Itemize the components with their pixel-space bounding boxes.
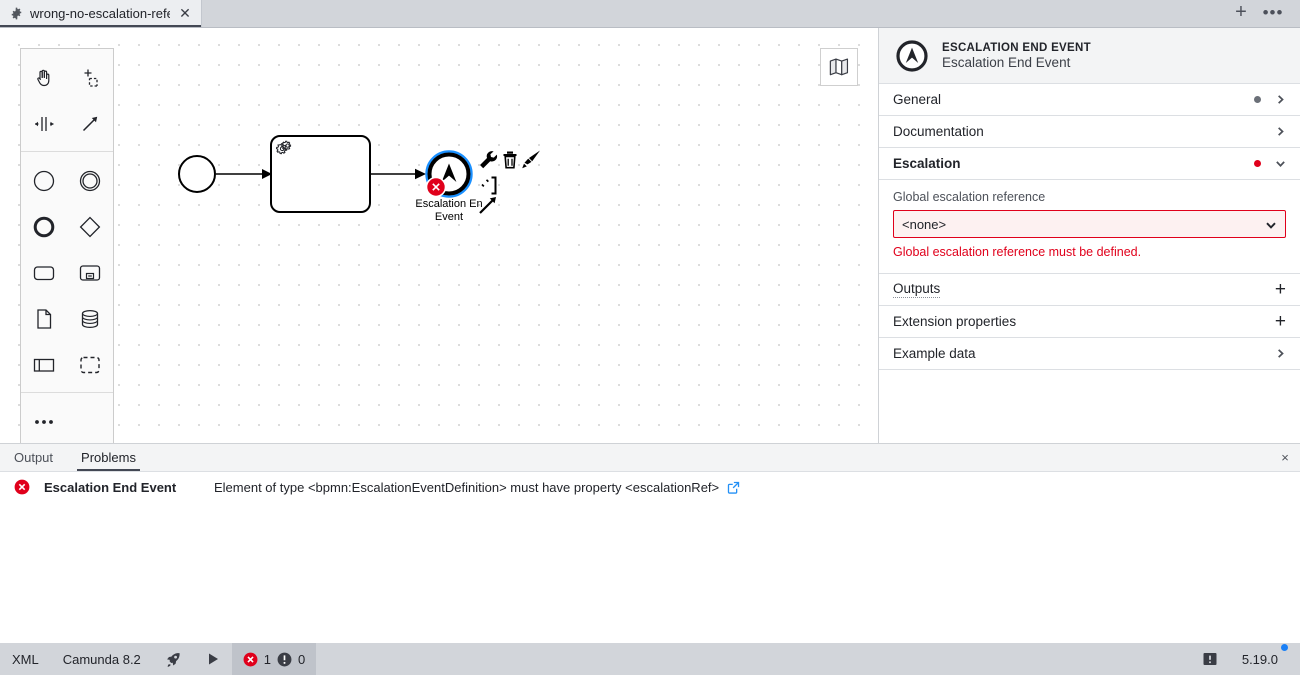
status-bar-right: 5.19.0 (1190, 643, 1300, 675)
chevron-right-icon[interactable] (1275, 126, 1286, 137)
context-pad-replace[interactable] (480, 151, 498, 169)
status-run-button[interactable] (194, 643, 232, 675)
group-example-data-right (1275, 348, 1286, 359)
new-diagram-button[interactable]: + (1228, 1, 1254, 23)
gear-icon (11, 7, 22, 19)
warning-count: 0 (298, 651, 306, 667)
properties-group-escalation[interactable]: Escalation (879, 148, 1300, 180)
status-xml-button[interactable]: XML (0, 643, 51, 675)
tab-bar: wrong-no-escalation-refer ✕ + ••• (0, 0, 1300, 28)
chevron-right-icon[interactable] (1275, 348, 1286, 359)
properties-group-example-data[interactable]: Example data (879, 338, 1300, 370)
group-label-example-data: Example data (893, 346, 976, 361)
status-engine-version[interactable]: Camunda 8.2 (51, 643, 153, 675)
group-label-general: General (893, 92, 942, 107)
rocket-icon (166, 652, 180, 667)
problem-row[interactable]: Escalation End Event Element of type <bp… (0, 472, 1300, 502)
context-pad-set-color[interactable] (522, 150, 540, 169)
service-task-shape[interactable] (270, 135, 371, 213)
escalation-end-event-icon (896, 39, 928, 72)
bottom-panel: Output Problems × Escalation End Event E… (0, 443, 1300, 643)
properties-group-outputs[interactable]: Outputs + (879, 274, 1300, 306)
tab-problems[interactable]: Problems (67, 444, 150, 471)
add-extension-property-button[interactable]: + (1275, 312, 1286, 331)
chevron-right-icon[interactable] (1275, 94, 1286, 105)
close-icon[interactable]: × (1270, 444, 1300, 471)
problem-message: Element of type <bpmn:EscalationEventDef… (214, 479, 720, 495)
problem-element-name: Escalation End Event (44, 479, 177, 495)
editor-tab[interactable]: wrong-no-escalation-refer ✕ (0, 0, 202, 27)
group-extension-right: + (1275, 312, 1286, 331)
external-link-glyph (727, 481, 740, 494)
group-outputs-right: + (1275, 280, 1286, 299)
context-pad-connect[interactable] (479, 197, 496, 214)
properties-header-text: ESCALATION END EVENT Escalation End Even… (942, 42, 1091, 70)
warning-icon (277, 652, 292, 666)
feedback-icon (1203, 653, 1217, 665)
sequence-flow-2-arrow (415, 168, 426, 180)
status-problem-counts[interactable]: 1 0 (231, 643, 317, 675)
bottom-panel-tabs: Output Problems × (0, 444, 1300, 472)
group-escalation-dot (1254, 160, 1261, 167)
add-output-button[interactable]: + (1275, 280, 1286, 299)
chevron-down-icon[interactable] (1275, 158, 1286, 169)
escalation-group-body: Global escalation reference <none> Globa… (879, 180, 1300, 274)
element-name: Escalation End Event (942, 54, 1071, 70)
tab-title: wrong-no-escalation-refer (30, 5, 170, 21)
status-deploy-button[interactable] (153, 643, 194, 675)
properties-panel: ESCALATION END EVENT Escalation End Even… (878, 28, 1300, 443)
element-type: ESCALATION END EVENT (942, 41, 1091, 54)
tab-bar-actions: + ••• (1228, 1, 1300, 27)
group-general-dot (1254, 96, 1261, 103)
status-feedback-button[interactable] (1190, 643, 1230, 675)
properties-group-extension-properties[interactable]: Extension properties + (879, 306, 1300, 338)
group-escalation-right (1254, 158, 1286, 169)
bpmn-diagram[interactable] (0, 28, 878, 443)
error-count: 1 (263, 651, 272, 667)
properties-group-documentation[interactable]: Documentation (879, 116, 1300, 148)
tab-output[interactable]: Output (0, 444, 67, 471)
error-icon (243, 652, 258, 666)
group-label-extension-properties: Extension properties (893, 314, 1017, 329)
error-icon (14, 479, 30, 495)
bpmn-canvas[interactable]: Escalation En Event (0, 28, 878, 443)
group-label-documentation: Documentation (893, 124, 984, 139)
context-pad[interactable] (476, 146, 546, 222)
properties-group-general[interactable]: General (879, 84, 1300, 116)
global-escalation-reference-label: Global escalation reference (893, 190, 1046, 204)
properties-header: ESCALATION END EVENT Escalation End Even… (879, 28, 1300, 84)
more-menu-button[interactable]: ••• (1260, 1, 1286, 23)
update-available-dot (1281, 644, 1288, 651)
group-general-right (1254, 94, 1286, 105)
context-pad-append-task[interactable] (481, 176, 497, 195)
global-escalation-reference-wrap: <none> (893, 210, 1286, 238)
group-label-outputs: Outputs (893, 281, 941, 298)
app-root: wrong-no-escalation-refer ✕ + ••• Escala… (0, 0, 1300, 675)
close-icon[interactable]: ✕ (177, 5, 193, 21)
group-label-escalation: Escalation (893, 156, 961, 171)
global-escalation-reference-error: Global escalation reference must be defi… (893, 245, 1142, 259)
status-app-version[interactable]: 5.19.0 (1230, 643, 1300, 675)
global-escalation-reference-select[interactable]: <none> (893, 210, 1286, 238)
context-pad-delete[interactable] (503, 151, 517, 169)
start-event-shape[interactable] (178, 155, 216, 193)
version-label: 5.19.0 (1241, 651, 1278, 667)
group-documentation-right (1275, 126, 1286, 137)
external-link-icon[interactable] (727, 481, 740, 494)
status-bar: XML Camunda 8.2 1 0 5.19.0 (0, 643, 1300, 675)
play-icon (208, 653, 218, 665)
